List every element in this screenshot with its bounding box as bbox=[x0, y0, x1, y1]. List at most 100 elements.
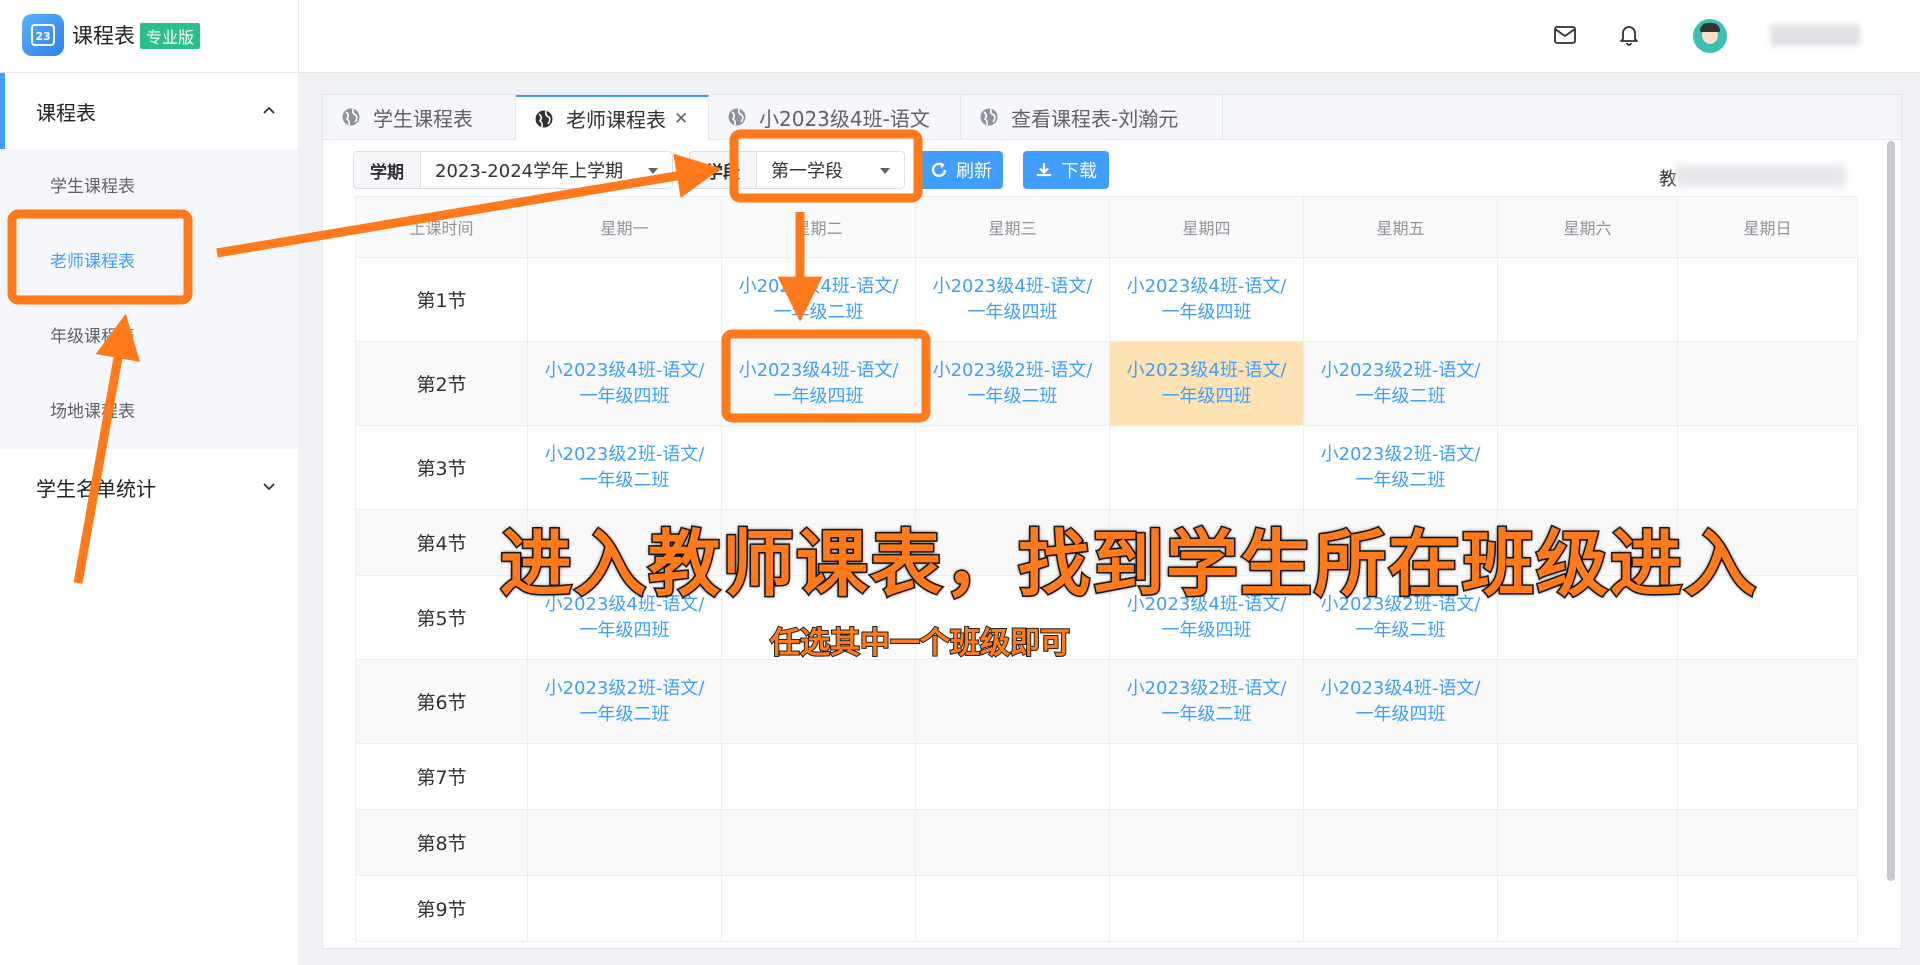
sidebar-item-student-timetable[interactable]: 学生课程表 bbox=[50, 172, 135, 197]
timetable-cell[interactable]: 小2023级2班-语文/一年级二班 bbox=[915, 341, 1110, 426]
column-header: 星期日 bbox=[1677, 196, 1858, 258]
timetable-cell bbox=[1677, 743, 1858, 810]
class-course-link[interactable]: 小2023级4班-语文/ bbox=[1110, 358, 1303, 384]
table-row: 第7节 bbox=[355, 743, 1858, 810]
timetable-cell bbox=[1109, 809, 1304, 876]
class-name: 一年级二班 bbox=[1161, 703, 1252, 725]
period-label: 第7节 bbox=[355, 743, 528, 810]
timetable-cell bbox=[915, 875, 1110, 942]
period-label: 第6节 bbox=[355, 659, 528, 744]
chevron-down-icon bbox=[263, 483, 275, 491]
menu-group-timetable[interactable]: 课程表 bbox=[0, 73, 298, 149]
timetable-cell bbox=[1497, 425, 1678, 510]
timetable-cell bbox=[1303, 257, 1498, 342]
class-course-link[interactable]: 小2023级4班-语文/ bbox=[722, 358, 915, 384]
timetable-cell[interactable]: 小2023级2班-语文/一年级二班 bbox=[527, 659, 722, 744]
class-course-link[interactable]: 小2023级2班-语文/ bbox=[1304, 358, 1497, 384]
segment-select[interactable]: 第一学段 bbox=[757, 151, 905, 189]
chevron-up-icon bbox=[263, 106, 275, 114]
tab-label: 查看课程表-刘瀚元 bbox=[1011, 106, 1179, 131]
timetable-cell[interactable]: 小2023级4班-语文/一年级二班 bbox=[721, 257, 916, 342]
class-name: 一年级二班 bbox=[579, 469, 670, 491]
avatar[interactable] bbox=[1693, 19, 1727, 53]
class-course-link[interactable]: 小2023级4班-语文/ bbox=[1110, 274, 1303, 300]
timetable-cell bbox=[1497, 743, 1678, 810]
period-label: 第9节 bbox=[355, 875, 528, 942]
timetable-cell bbox=[1497, 875, 1678, 942]
timetable-cell[interactable]: 小2023级4班-语文/一年级四班 bbox=[1109, 257, 1304, 342]
timetable-cell bbox=[1677, 341, 1858, 426]
class-course-link[interactable]: 小2023级4班-语文/ bbox=[722, 274, 915, 300]
bell-icon[interactable] bbox=[1616, 22, 1642, 48]
app-logo-icon[interactable]: 23 bbox=[22, 14, 64, 56]
timetable-cell[interactable]: 小2023级2班-语文/一年级二班 bbox=[527, 425, 722, 510]
timetable-cell[interactable]: 小2023级4班-语文/一年级四班 bbox=[1109, 341, 1304, 426]
tab-teacher-timetable[interactable]: 老师课程表 ✕ bbox=[516, 95, 709, 140]
timetable-cell[interactable]: 小2023级4班-语文/一年级四班 bbox=[1303, 659, 1498, 744]
mail-icon[interactable] bbox=[1552, 22, 1578, 48]
timetable-cell bbox=[1677, 257, 1858, 342]
class-course-link[interactable]: 小2023级2班-语文/ bbox=[1304, 442, 1497, 468]
class-course-link[interactable]: 小2023级2班-语文/ bbox=[916, 358, 1109, 384]
tab-class-4-chinese[interactable]: 小2023级4班-语文 bbox=[709, 95, 961, 139]
app-title: 课程表 bbox=[72, 24, 135, 48]
class-name: 一年级二班 bbox=[1355, 385, 1446, 407]
sidebar: 课程表 学生课程表 老师课程表 年级课程表 场地课程表 学生名单统计 bbox=[0, 73, 298, 965]
sidebar-item-teacher-timetable[interactable]: 老师课程表 bbox=[50, 247, 135, 272]
timetable-cell bbox=[1497, 257, 1678, 342]
timetable-cell bbox=[915, 809, 1110, 876]
close-icon[interactable]: ✕ bbox=[674, 109, 688, 129]
refresh-icon bbox=[931, 162, 947, 178]
timetable-cell[interactable]: 小2023级2班-语文/一年级二班 bbox=[1303, 341, 1498, 426]
tab-label: 学生课程表 bbox=[373, 106, 473, 131]
timetable-cell bbox=[1303, 875, 1498, 942]
vertical-scrollbar[interactable] bbox=[1887, 141, 1895, 881]
timetable-cell[interactable]: 小2023级4班-语文/一年级四班 bbox=[721, 341, 916, 426]
column-header: 星期三 bbox=[915, 196, 1110, 258]
timetable-cell bbox=[1109, 743, 1304, 810]
term-select[interactable]: 2023-2024学年上学期 bbox=[421, 151, 673, 189]
table-row: 第2节 小2023级4班-语文/一年级四班 小2023级4班-语文/一年级四班 小20… bbox=[355, 341, 1858, 426]
caret-down-icon bbox=[880, 168, 890, 174]
table-row: 第8节 bbox=[355, 809, 1858, 876]
class-name: 一年级四班 bbox=[579, 385, 670, 407]
class-course-link[interactable]: 小2023级2班-语文/ bbox=[528, 676, 721, 702]
tab-student-timetable[interactable]: 学生课程表 bbox=[323, 95, 516, 139]
table-row: 第9节 bbox=[355, 875, 1858, 942]
timetable-cell bbox=[915, 659, 1110, 744]
divider bbox=[298, 0, 299, 72]
top-bar: 23 课程表 专业版 bbox=[0, 0, 1920, 73]
column-header: 星期四 bbox=[1109, 196, 1304, 258]
class-course-link[interactable]: 小2023级2班-语文/ bbox=[528, 442, 721, 468]
globe-icon bbox=[535, 110, 553, 127]
class-name: 一年级四班 bbox=[1355, 703, 1446, 725]
period-label: 第3节 bbox=[355, 425, 528, 510]
sidebar-item-venue-timetable[interactable]: 场地课程表 bbox=[50, 397, 135, 422]
download-button[interactable]: 下载 bbox=[1023, 151, 1109, 189]
tab-view-timetable[interactable]: 查看课程表-刘瀚元 bbox=[961, 95, 1223, 139]
class-course-link[interactable]: 小2023级4班-语文/ bbox=[528, 358, 721, 384]
class-name: 一年级二班 bbox=[773, 301, 864, 323]
timetable-cell[interactable]: 小2023级4班-语文/一年级四班 bbox=[915, 257, 1110, 342]
sidebar-item-grade-timetable[interactable]: 年级课程表 bbox=[50, 322, 135, 347]
class-course-link[interactable]: 小2023级2班-语文/ bbox=[1110, 676, 1303, 702]
table-row: 第1节 小2023级4班-语文/一年级二班 小2023级4班-语文/一年级四班 小20… bbox=[355, 257, 1858, 342]
timetable-cell bbox=[527, 257, 722, 342]
class-name: 一年级四班 bbox=[1161, 301, 1252, 323]
refresh-button[interactable]: 刷新 bbox=[919, 151, 1003, 189]
timetable-cell[interactable]: 小2023级4班-语文/一年级四班 bbox=[527, 341, 722, 426]
class-course-link[interactable]: 小2023级4班-语文/ bbox=[1304, 676, 1497, 702]
menu-group-student-list[interactable]: 学生名单统计 bbox=[0, 449, 298, 525]
period-label: 第8节 bbox=[355, 809, 528, 876]
segment-value: 第一学段 bbox=[771, 161, 843, 182]
class-course-link[interactable]: 小2023级4班-语文/ bbox=[916, 274, 1109, 300]
class-name: 一年级二班 bbox=[1355, 469, 1446, 491]
caret-down-icon bbox=[648, 168, 658, 174]
timetable-cell bbox=[721, 425, 916, 510]
user-name-blurred[interactable] bbox=[1770, 24, 1860, 46]
refresh-label: 刷新 bbox=[956, 161, 992, 182]
class-name: 一年级二班 bbox=[967, 385, 1058, 407]
timetable-cell[interactable]: 小2023级2班-语文/一年级二班 bbox=[1109, 659, 1304, 744]
timetable-cell[interactable]: 小2023级2班-语文/一年级二班 bbox=[1303, 425, 1498, 510]
tutorial-caption: 进入教师课表，找到学生所在班级进入 bbox=[498, 521, 1759, 608]
